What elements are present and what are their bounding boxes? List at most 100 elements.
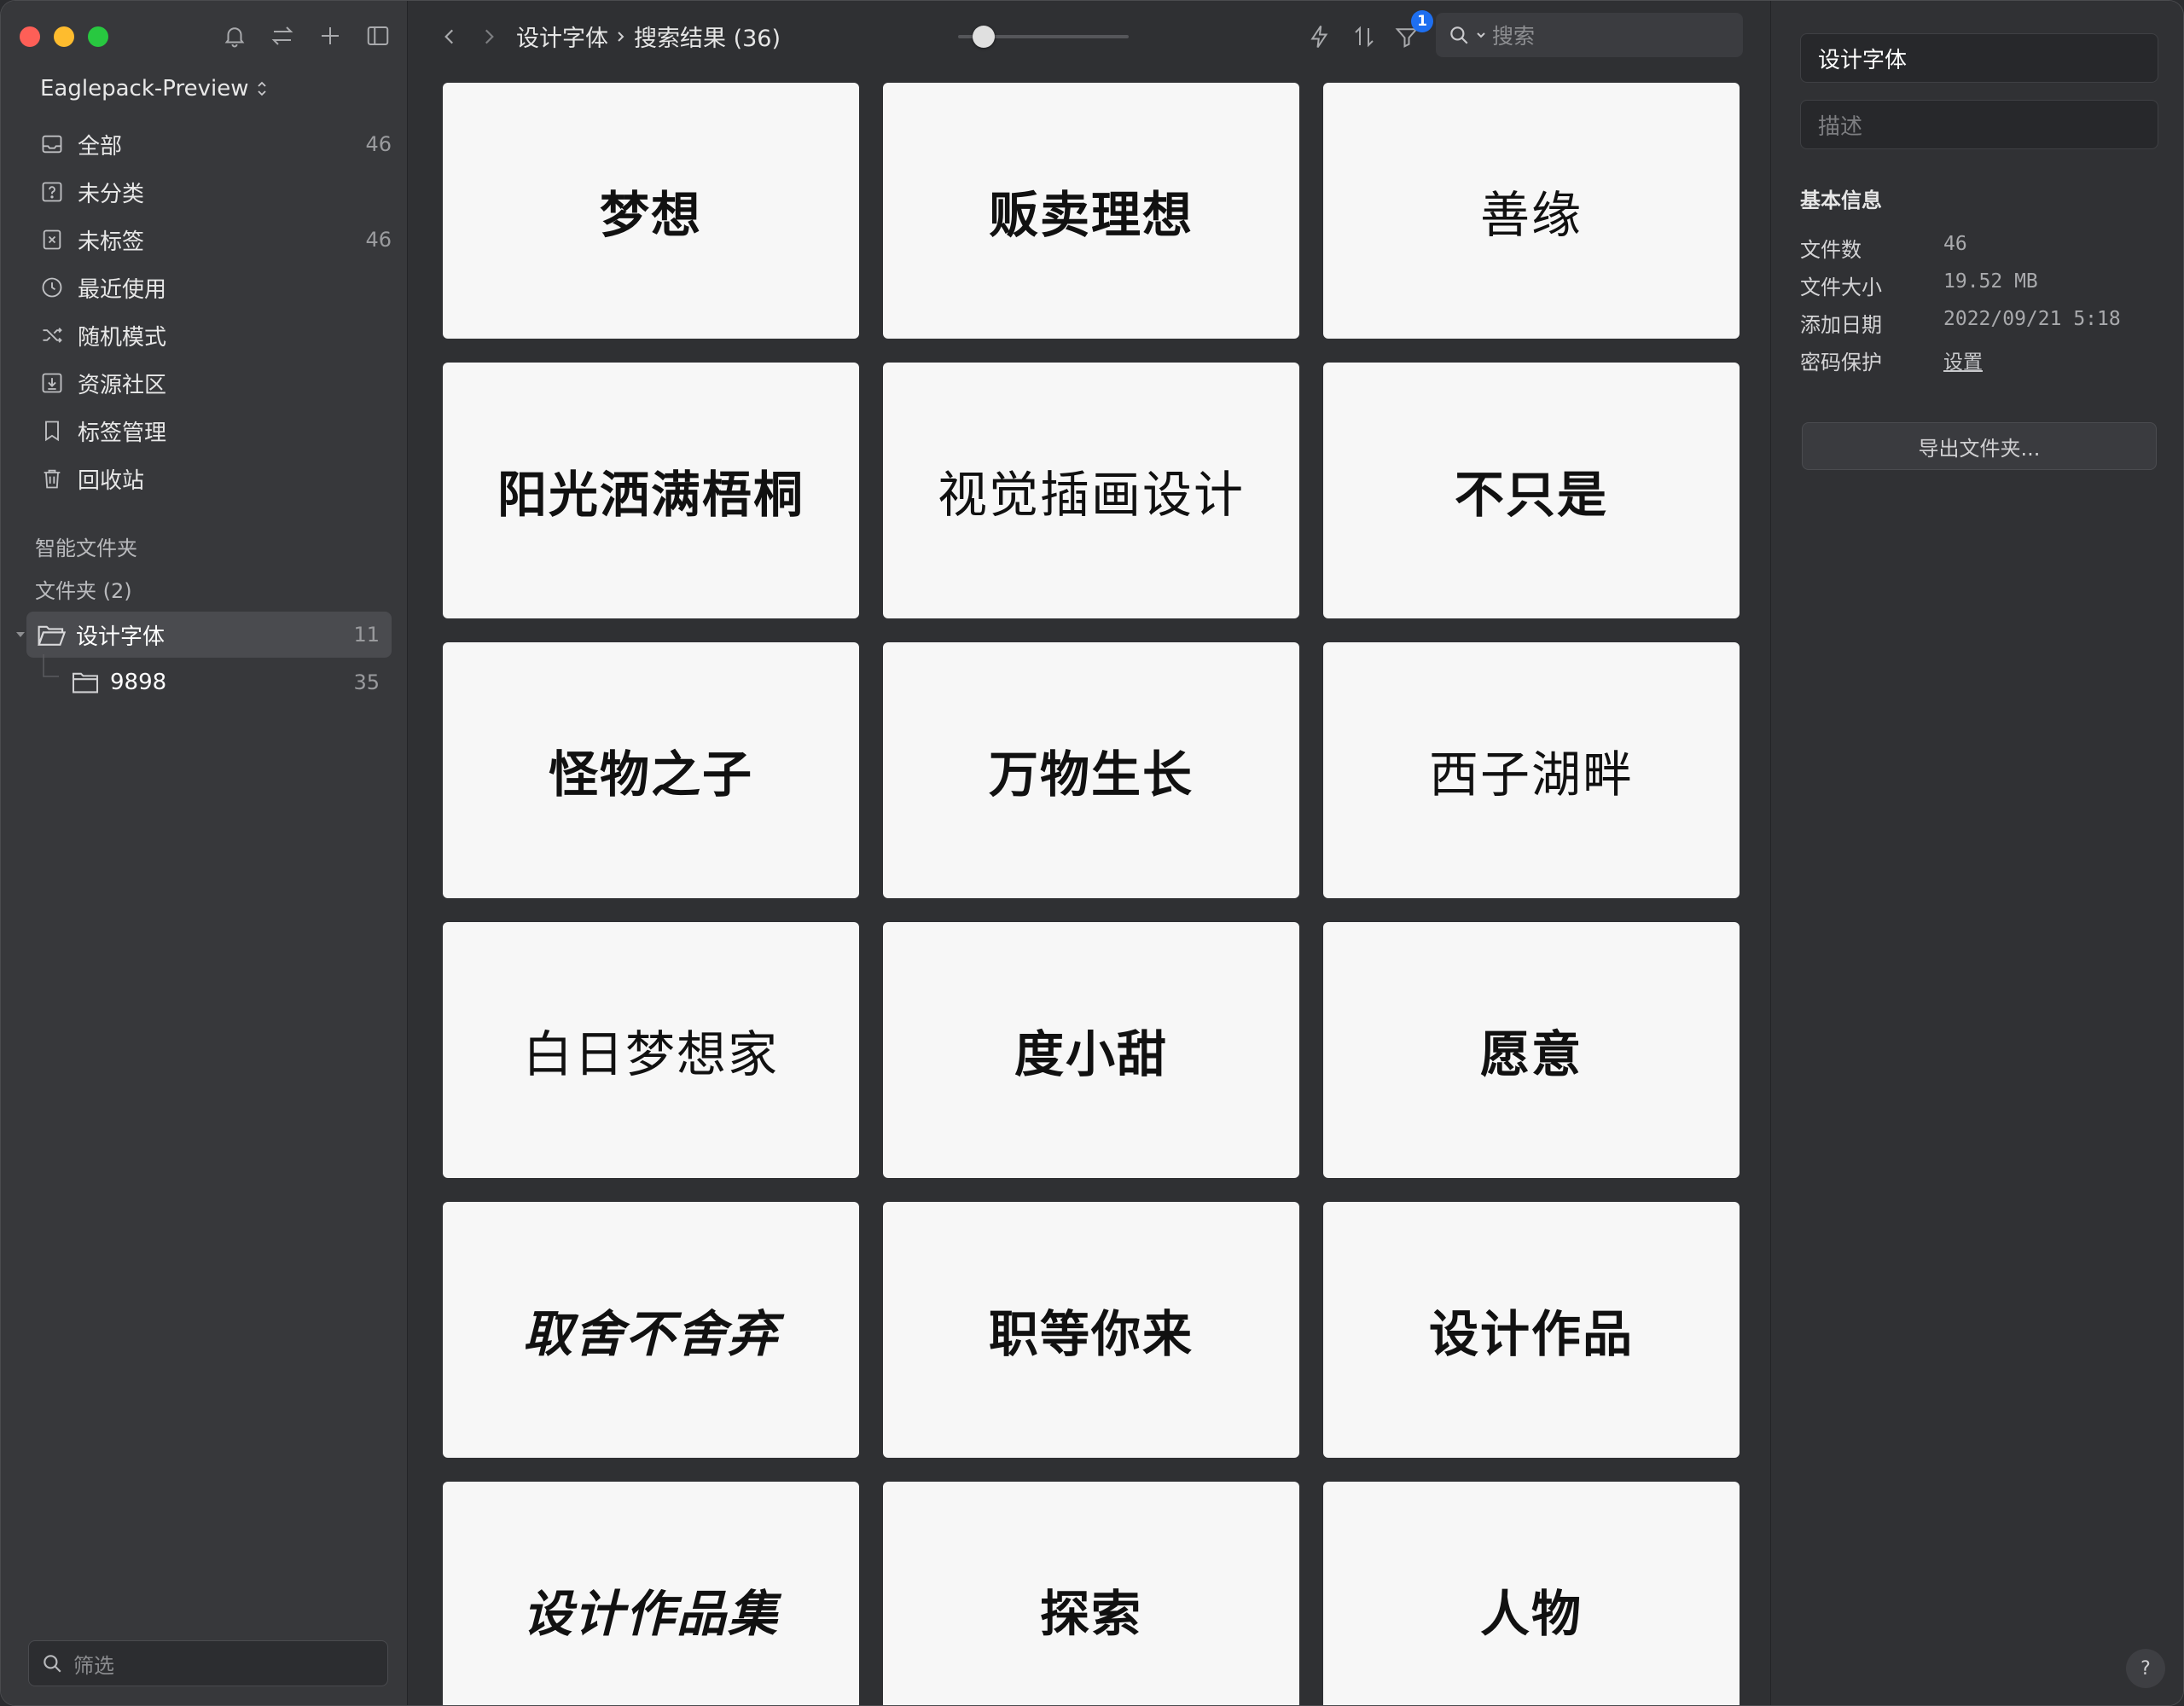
close-window-button[interactable]	[20, 26, 40, 47]
export-folder-button[interactable]: 导出文件夹...	[1802, 422, 2157, 470]
library-switcher[interactable]: Eaglepack-Preview	[40, 76, 269, 102]
sync-arrows-icon[interactable]	[266, 20, 299, 52]
thumbnail-card[interactable]: 贩卖理想	[883, 83, 1299, 339]
thumbnail-card[interactable]: 阳光洒满梧桐	[443, 363, 859, 618]
breadcrumb-current: 搜索结果 (36)	[634, 26, 781, 52]
sidebar-item-tag-manager[interactable]: 标签管理	[26, 407, 392, 455]
info-row-file-count: 文件数 46	[1800, 233, 1967, 262]
sidebar-nav: 全部 46 未分类 未标签 46 最近使用 随机模式 资源社区 标签管理 回收站	[26, 120, 392, 502]
question-square-icon	[38, 178, 66, 206]
thumbnail-card[interactable]: 探索	[883, 1482, 1299, 1705]
filter-placeholder: 筛选	[73, 1653, 114, 1678]
minimize-window-button[interactable]	[54, 26, 74, 47]
info-row-file-size: 文件大小 19.52 MB	[1800, 270, 2038, 299]
trash-icon	[38, 465, 66, 492]
chevron-right-icon	[618, 31, 624, 42]
chevron-left-icon	[444, 29, 454, 44]
thumbnail-artwork-text: 视觉插画设计	[937, 466, 1245, 524]
thumbnail-artwork-text: 西子湖畔	[1428, 746, 1634, 804]
folders-header[interactable]: 文件夹 (2)	[35, 574, 132, 604]
library-name: Eaglepack-Preview	[40, 76, 249, 102]
plus-icon[interactable]	[314, 20, 346, 52]
sidebar-item-trash[interactable]: 回收站	[26, 455, 392, 502]
thumbnail-card[interactable]: 人物	[1323, 1482, 1740, 1705]
thumbnail-card[interactable]: 善缘	[1323, 83, 1740, 339]
sidebar-item-community[interactable]: 资源社区	[26, 359, 392, 407]
chevron-down-icon[interactable]	[1475, 29, 1487, 41]
lightning-icon	[1310, 25, 1328, 49]
thumbnail-artwork-text: 万物生长	[988, 746, 1194, 804]
thumbnail-card[interactable]: 怪物之子	[443, 642, 859, 898]
sort-arrows-icon	[1355, 26, 1374, 48]
filter-count-badge: 1	[1411, 10, 1433, 32]
chevron-right-icon	[485, 29, 494, 44]
forward-button[interactable]	[473, 21, 504, 52]
sidebar-item-all[interactable]: 全部 46	[26, 120, 392, 168]
toolbar: 设计字体 搜索结果 (36) 1 搜索	[409, 1, 1770, 73]
sidebar: Eaglepack-Preview 全部 46 未分类 未标签 46 最近使用	[1, 1, 408, 1705]
smart-folders-header[interactable]: 智能文件夹	[35, 531, 137, 561]
thumbnail-card[interactable]: 设计作品集	[443, 1482, 859, 1705]
search-input[interactable]: 搜索	[1436, 13, 1743, 57]
sidebar-item-recent[interactable]: 最近使用	[26, 264, 392, 311]
back-button[interactable]	[434, 21, 465, 52]
sidebar-toggle-icon[interactable]	[362, 20, 394, 52]
thumbnail-artwork-text: 人物	[1479, 1585, 1583, 1643]
help-button[interactable]: ?	[2126, 1649, 2165, 1688]
thumbnail-artwork-text: 不只是	[1454, 466, 1608, 524]
thumbnail-card[interactable]: 度小甜	[883, 922, 1299, 1178]
thumbnail-artwork-text: 白日梦想家	[522, 1025, 779, 1083]
app-window: Eaglepack-Preview 全部 46 未分类 未标签 46 最近使用	[0, 0, 2184, 1706]
thumbnail-card[interactable]: 万物生长	[883, 642, 1299, 898]
thumbnail-artwork-text: 贩卖理想	[988, 186, 1194, 244]
thumbnail-card[interactable]: 取舍不舍弃	[443, 1202, 859, 1458]
zoom-slider-handle[interactable]	[973, 26, 996, 48]
set-password-link[interactable]: 设置	[1943, 345, 1983, 375]
lightning-button[interactable]	[1303, 20, 1337, 54]
info-row-date-added: 添加日期 2022/09/21 5:18	[1800, 308, 2121, 337]
thumbnail-card[interactable]: 愿意	[1323, 922, 1740, 1178]
folder-open-icon	[37, 622, 66, 647]
basic-info-title: 基本信息	[1800, 189, 1882, 212]
tree-connector-icon	[43, 654, 59, 677]
folder-icon	[71, 670, 100, 694]
sidebar-toolbar	[218, 20, 394, 52]
folder-9898[interactable]: 9898 35	[26, 654, 392, 705]
breadcrumb: 设计字体 搜索结果 (36)	[516, 20, 781, 53]
thumbnail-card[interactable]: 职等你来	[883, 1202, 1299, 1458]
thumbnail-artwork-text: 怪物之子	[548, 746, 753, 804]
thumbnail-card[interactable]: 设计作品	[1323, 1202, 1740, 1458]
thumbnail-card[interactable]: 视觉插画设计	[883, 363, 1299, 618]
info-row-password: 密码保护 设置	[1800, 345, 1983, 375]
sidebar-item-untagged[interactable]: 未标签 46	[26, 216, 392, 264]
search-icon	[1450, 26, 1468, 44]
thumbnail-card[interactable]: 梦想	[443, 83, 859, 339]
untagged-icon	[38, 226, 66, 253]
filter-input[interactable]: 筛选	[28, 1640, 388, 1686]
zoom-slider[interactable]	[958, 26, 1129, 48]
thumbnail-artwork-text: 善缘	[1479, 186, 1583, 244]
thumbnail-artwork-text: 度小甜	[1014, 1025, 1168, 1083]
thumbnail-artwork-text: 设计作品	[1428, 1305, 1634, 1363]
search-icon	[44, 1655, 61, 1673]
thumbnail-card[interactable]: 西子湖畔	[1323, 642, 1740, 898]
zoom-window-button[interactable]	[88, 26, 108, 47]
bell-icon[interactable]	[218, 20, 251, 52]
description-field[interactable]: 描述	[1800, 100, 2158, 149]
thumbnail-card[interactable]: 白日梦想家	[443, 922, 859, 1178]
chevron-updown-icon	[258, 81, 267, 96]
thumbnail-artwork-text: 愿意	[1479, 1025, 1583, 1083]
folder-name-field[interactable]: 设计字体	[1800, 33, 2158, 83]
thumbnail-card[interactable]: 不只是	[1323, 363, 1740, 618]
thumbnail-artwork-text: 阳光洒满梧桐	[497, 466, 804, 524]
disclosure-triangle-icon[interactable]	[15, 629, 26, 641]
thumbnail-artwork-text: 职等你来	[988, 1305, 1194, 1363]
sidebar-item-random[interactable]: 随机模式	[26, 311, 392, 359]
sidebar-item-uncategorized[interactable]: 未分类	[26, 168, 392, 216]
inspector-panel: 设计字体 描述 基本信息 文件数 46 文件大小 19.52 MB 添加日期 2…	[1770, 1, 2183, 1705]
sort-button[interactable]	[1347, 20, 1381, 54]
thumbnail-artwork-text: 设计作品集	[522, 1585, 779, 1643]
download-box-icon	[38, 369, 66, 397]
folder-design-fonts[interactable]: 设计字体 11	[16, 612, 392, 658]
breadcrumb-parent[interactable]: 设计字体	[516, 20, 608, 53]
